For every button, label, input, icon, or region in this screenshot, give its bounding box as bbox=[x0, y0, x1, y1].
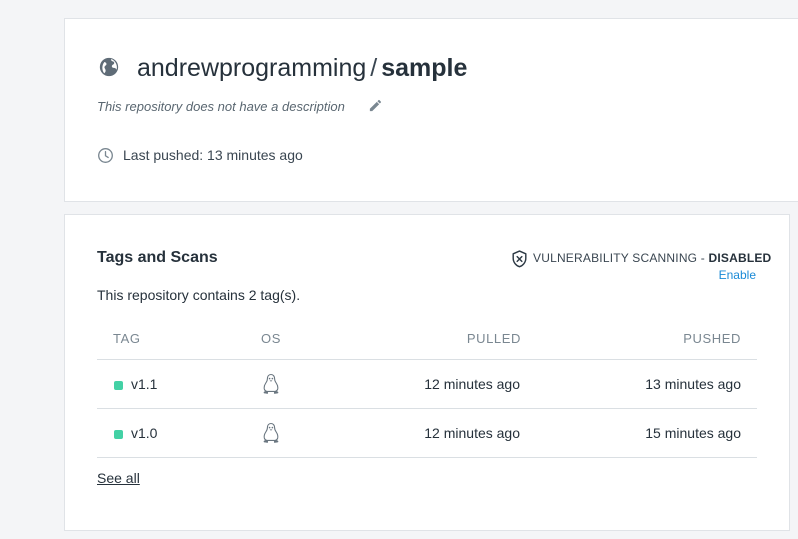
repository-title: andrewprogramming / sample bbox=[137, 52, 467, 84]
status-dot bbox=[114, 430, 123, 439]
column-header-pulled: PULLED bbox=[466, 331, 521, 346]
status-dot bbox=[114, 381, 123, 390]
column-header-pushed: PUSHED bbox=[683, 331, 741, 346]
tag-count-text: This repository contains 2 tag(s). bbox=[97, 287, 301, 303]
see-all-link[interactable]: See all bbox=[97, 470, 140, 486]
enable-scanning-link[interactable]: Enable bbox=[719, 268, 756, 282]
repository-separator: / bbox=[370, 54, 378, 82]
repository-description: This repository does not have a descript… bbox=[97, 99, 345, 114]
column-header-os: OS bbox=[261, 331, 281, 346]
globe-icon bbox=[99, 57, 119, 77]
pushed-time: 13 minutes ago bbox=[645, 376, 741, 392]
tag-name[interactable]: v1.1 bbox=[131, 376, 157, 392]
repository-owner: andrewprogramming bbox=[137, 54, 367, 82]
table-row[interactable]: v1.1 12 minutes ago 13 minutes ago bbox=[97, 360, 757, 409]
scan-label: VULNERABILITY SCANNING - bbox=[533, 251, 709, 265]
scan-state: DISABLED bbox=[708, 251, 772, 265]
table-divider bbox=[97, 457, 757, 458]
last-pushed-text: Last pushed: 13 minutes ago bbox=[123, 147, 303, 163]
pulled-time: 12 minutes ago bbox=[424, 376, 520, 392]
shield-x-icon bbox=[512, 250, 527, 268]
pushed-time: 15 minutes ago bbox=[645, 425, 741, 441]
vulnerability-scanning-status: VULNERABILITY SCANNING - DISABLED bbox=[533, 251, 771, 265]
linux-icon bbox=[263, 422, 279, 443]
linux-icon bbox=[263, 373, 279, 394]
column-header-tag: TAG bbox=[113, 331, 141, 346]
clock-icon bbox=[98, 148, 113, 163]
pencil-icon[interactable] bbox=[368, 98, 383, 113]
repository-name: sample bbox=[381, 54, 468, 82]
tag-name[interactable]: v1.0 bbox=[131, 425, 157, 441]
table-row[interactable]: v1.0 12 minutes ago 15 minutes ago bbox=[97, 409, 757, 458]
pulled-time: 12 minutes ago bbox=[424, 425, 520, 441]
section-title: Tags and Scans bbox=[97, 249, 218, 266]
